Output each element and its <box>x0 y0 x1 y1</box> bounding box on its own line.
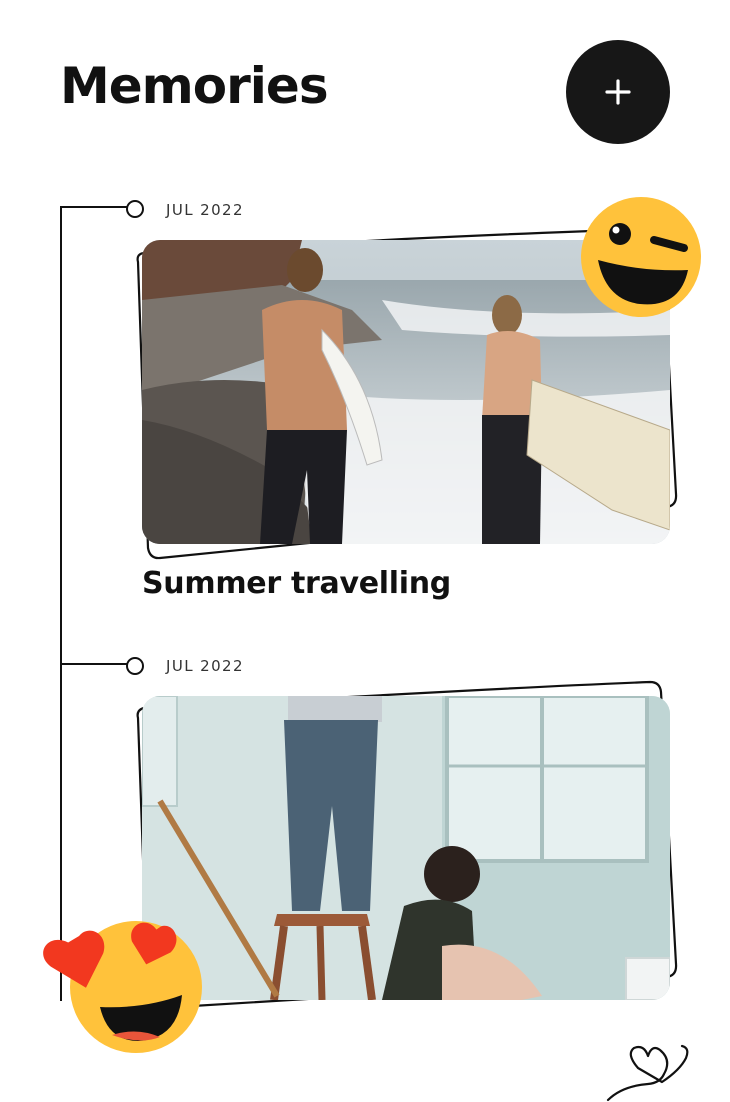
timeline-branch <box>60 663 128 665</box>
timeline-dot <box>126 200 144 218</box>
entry-title: Summer travelling <box>142 566 451 601</box>
heart-doodle-icon <box>606 1044 689 1102</box>
entry-date: JUL 2022 <box>166 657 244 675</box>
winking-face-icon <box>581 197 701 317</box>
plus-icon <box>605 79 631 105</box>
entry-date: JUL 2022 <box>166 201 244 219</box>
add-memory-button[interactable] <box>566 40 670 144</box>
timeline-dot <box>126 657 144 675</box>
page-title: Memories <box>60 57 329 115</box>
painting-room-photo[interactable] <box>142 696 670 1000</box>
heart-eyes-face-icon <box>43 921 202 1053</box>
timeline-branch <box>60 206 128 208</box>
timeline-line <box>60 206 62 1001</box>
